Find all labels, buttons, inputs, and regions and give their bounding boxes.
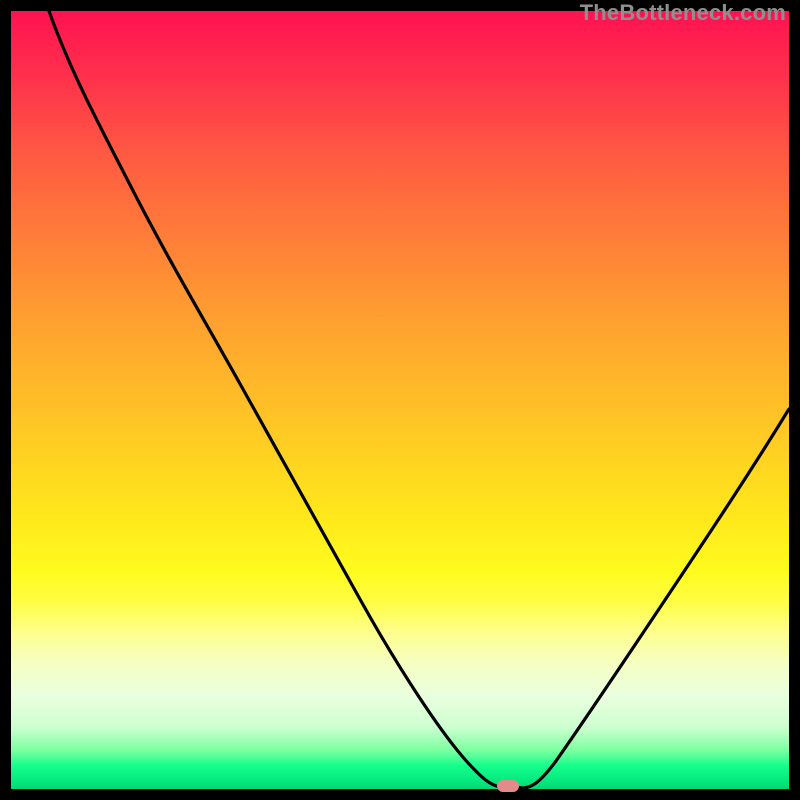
bottleneck-curve-svg [11,11,789,789]
bottleneck-curve-path [49,11,789,788]
optimal-marker [497,780,519,792]
chart-stage: TheBottleneck.com [0,0,800,800]
watermark-text: TheBottleneck.com [580,0,786,26]
